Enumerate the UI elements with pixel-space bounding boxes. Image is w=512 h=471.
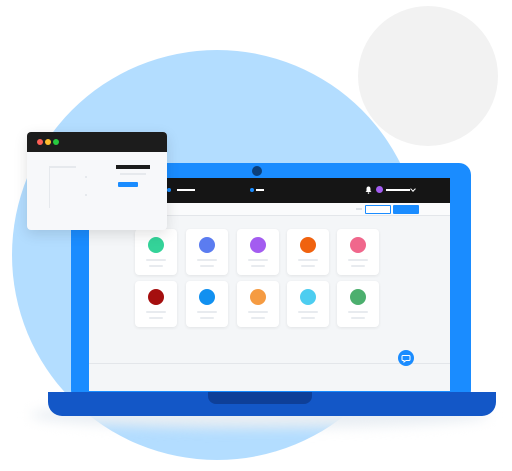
app-card[interactable] [186,281,228,327]
nav-active-dot [250,188,254,192]
chat-button[interactable] [398,350,414,366]
nav-indicator-dot [167,188,171,192]
app-title-placeholder [298,259,318,261]
app-subtitle-placeholder [351,317,365,319]
minimize-window-icon[interactable] [45,139,51,145]
toolbar-text-placeholder [356,208,362,210]
app-subtitle-placeholder [351,265,365,267]
app-subtitle-placeholder [200,317,214,319]
app-subtitle-placeholder [301,265,315,267]
app-title-placeholder [146,311,166,313]
secondary-button[interactable] [365,205,391,214]
app-subtitle-placeholder [251,265,265,267]
app-icon [199,289,215,305]
browser-window-popup [27,132,167,230]
app-subtitle-placeholder [149,265,163,267]
heading-placeholder [116,165,150,169]
app-icon [300,289,316,305]
app-subtitle-placeholder [301,317,315,319]
nav-item-placeholder[interactable] [177,189,195,191]
app-title-placeholder [248,311,268,313]
app-title-placeholder [197,311,217,313]
app-icon [350,289,366,305]
content-marker [85,176,87,178]
bell-icon[interactable] [365,186,372,194]
app-card[interactable] [287,281,329,327]
background-circle-small [358,6,498,146]
app-icon [300,237,316,253]
app-title-placeholder [348,259,368,261]
popup-action-button[interactable] [118,182,138,187]
app-subtitle-placeholder [149,317,163,319]
app-icon [250,289,266,305]
app-icon [148,289,164,305]
app-subtitle-placeholder [200,265,214,267]
app-card[interactable] [337,229,379,275]
chevron-down-icon[interactable] [410,186,416,192]
app-icon [350,237,366,253]
footer-divider [89,363,450,364]
close-window-icon[interactable] [37,139,43,145]
primary-button[interactable] [393,205,419,214]
app-icon [199,237,215,253]
laptop-notch [208,392,312,404]
app-card[interactable] [135,229,177,275]
app-card[interactable] [287,229,329,275]
maximize-window-icon[interactable] [53,139,59,145]
user-name-placeholder [386,189,410,191]
app-card[interactable] [135,281,177,327]
app-title-placeholder [197,259,217,261]
app-subtitle-placeholder [251,317,265,319]
app-title-placeholder [248,259,268,261]
app-card[interactable] [237,229,279,275]
nav-item-placeholder[interactable] [256,189,264,191]
app-title-placeholder [298,311,318,313]
user-avatar[interactable] [376,186,383,193]
app-icon [148,237,164,253]
app-title-placeholder [348,311,368,313]
content-marker [85,194,87,196]
app-icon [250,237,266,253]
app-card[interactable] [337,281,379,327]
app-title-placeholder [146,259,166,261]
subheading-placeholder [120,173,146,175]
content-frame [49,166,76,208]
app-card[interactable] [237,281,279,327]
laptop-camera [252,166,262,176]
app-card[interactable] [186,229,228,275]
chat-icon [401,355,411,363]
